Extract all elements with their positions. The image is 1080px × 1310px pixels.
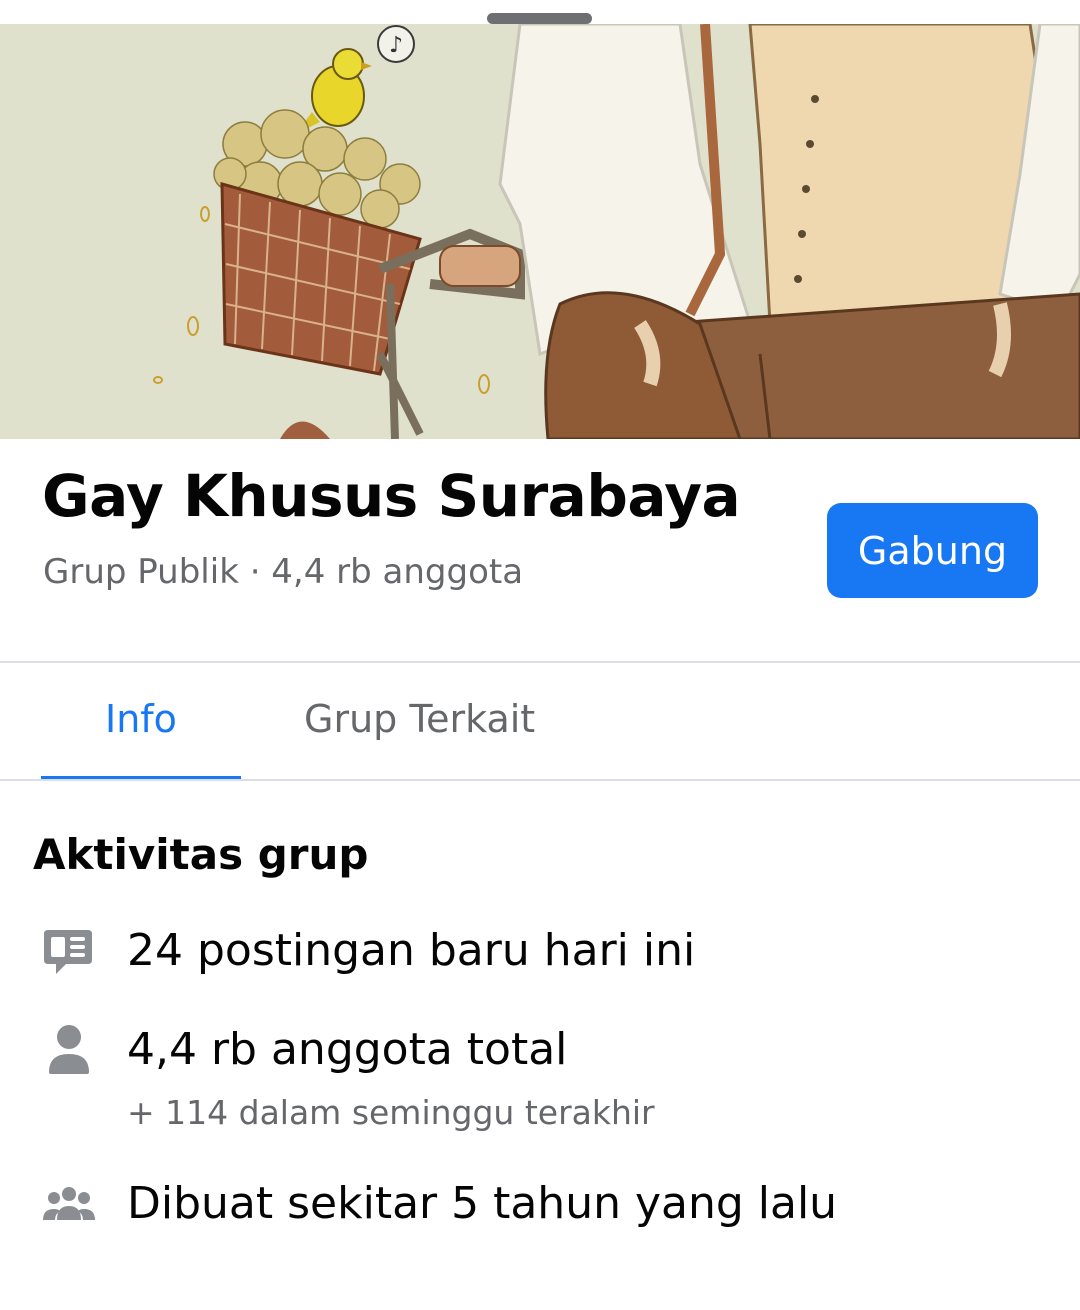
cover-photo-illustration: ♪ — [0, 24, 1080, 439]
members-total-text: 4,4 rb anggota total — [127, 1024, 568, 1075]
svg-text:♪: ♪ — [389, 33, 403, 58]
posts-today-text: 24 postingan baru hari ini — [127, 925, 696, 976]
group-people-icon — [42, 1186, 96, 1226]
join-group-button[interactable]: Gabung — [827, 503, 1038, 598]
divider — [0, 779, 1080, 781]
group-name: Gay Khusus Surabaya — [42, 462, 741, 530]
posts-icon — [42, 928, 94, 980]
person-icon — [47, 1024, 91, 1080]
created-date-text: Dibuat sekitar 5 tahun yang lalu — [127, 1178, 838, 1229]
members-growth-text: + 114 dalam seminggu terakhir — [127, 1093, 655, 1132]
section-title: Aktivitas grup — [33, 830, 369, 879]
group-preview-sheet: ♪ Gay Khusus Surabaya Grup Publik · 4,4 … — [0, 0, 1080, 1310]
tab-related-groups[interactable]: Grup Terkait — [304, 697, 535, 741]
divider — [0, 661, 1080, 663]
group-meta: Grup Publik · 4,4 rb anggota — [43, 552, 524, 592]
sheet-drag-handle[interactable] — [487, 13, 592, 24]
cover-photo: ♪ — [0, 24, 1080, 439]
tab-info[interactable]: Info — [105, 697, 177, 741]
